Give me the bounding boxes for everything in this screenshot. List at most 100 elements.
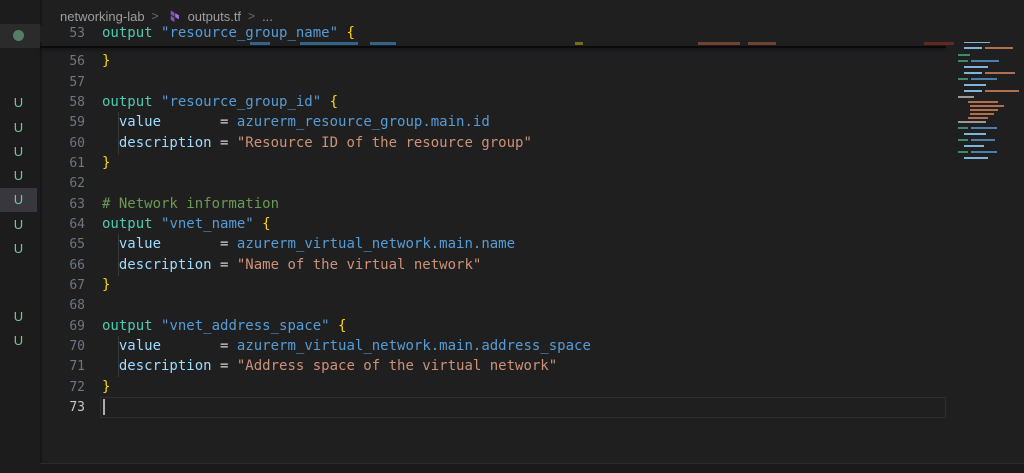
minimap-line: [958, 54, 1024, 56]
line-number[interactable]: 66: [40, 255, 85, 276]
minimap-line: [958, 121, 1024, 123]
minimap[interactable]: [950, 14, 1024, 473]
code-text: description = "Address space of the virt…: [102, 356, 557, 377]
minimap-line: [958, 47, 1024, 49]
git-untracked-badge[interactable]: U: [0, 305, 37, 329]
breadcrumb-folder[interactable]: networking-lab: [60, 9, 145, 24]
code-text: }: [102, 153, 110, 174]
code-line[interactable]: 60 description = "Resource ID of the res…: [40, 133, 1024, 154]
git-untracked-badge[interactable]: U: [0, 329, 37, 353]
git-untracked-badge[interactable]: U: [0, 164, 37, 188]
minimap-line: [958, 90, 1024, 92]
breadcrumb: networking-lab > outputs.tf > ...: [60, 5, 273, 27]
indent-guide: [118, 255, 119, 276]
code-text: value = azurerm_virtual_network.main.add…: [102, 336, 591, 357]
code-line[interactable]: 59 value = azurerm_resource_group.main.i…: [40, 112, 1024, 133]
line-number[interactable]: 62: [40, 173, 85, 194]
minimap-line: [958, 113, 1024, 115]
code-line[interactable]: 65 value = azurerm_virtual_network.main.…: [40, 234, 1024, 255]
code-text: # Network information: [102, 194, 279, 215]
git-untracked-badge[interactable]: U: [0, 116, 37, 140]
text-cursor: [103, 399, 105, 415]
minimap-line: [958, 127, 1024, 129]
minimap-line: [958, 78, 1024, 80]
minimap-line: [958, 109, 1024, 111]
indent-guide: [118, 336, 119, 357]
code-text: output "resource_group_id" {: [102, 92, 338, 113]
source-control-sidebar-sliver: UUUUUUUUU: [0, 0, 40, 473]
minimap-line: [958, 66, 1024, 68]
line-number[interactable]: 63: [40, 194, 85, 215]
minimap-line: [958, 145, 1024, 147]
code-text: output "vnet_address_space" {: [102, 316, 346, 337]
editor-bottom-edge: [40, 463, 1024, 473]
indent-guide: [118, 112, 119, 133]
code-text: }: [102, 51, 110, 72]
code-line[interactable]: 66 description = "Name of the virtual ne…: [40, 255, 1024, 276]
code-line[interactable]: 58 output "resource_group_id" {: [40, 92, 1024, 113]
minimap-line: [958, 133, 1024, 135]
git-untracked-badge[interactable]: U: [0, 237, 37, 261]
code-line[interactable]: 71 description = "Address space of the v…: [40, 356, 1024, 377]
code-text: description = "Resource ID of the resour…: [102, 133, 532, 154]
breadcrumb-file[interactable]: outputs.tf: [188, 9, 241, 24]
line-number[interactable]: 65: [40, 234, 85, 255]
modified-file-dot-icon: [13, 30, 24, 41]
line-number[interactable]: 56: [40, 51, 85, 72]
code-text: value = azurerm_resource_group.main.id: [102, 112, 490, 133]
indent-guide: [118, 356, 119, 377]
line-number[interactable]: 64: [40, 214, 85, 235]
git-untracked-badge[interactable]: U: [0, 188, 37, 212]
code-line[interactable]: 68: [40, 295, 1024, 316]
git-untracked-badge[interactable]: U: [0, 140, 37, 164]
line-number[interactable]: 71: [40, 356, 85, 377]
chevron-right-icon: >: [152, 9, 159, 23]
current-line-highlight: [100, 397, 946, 418]
code-line[interactable]: 56}: [40, 51, 1024, 72]
line-number[interactable]: 61: [40, 153, 85, 174]
line-number[interactable]: 59: [40, 112, 85, 133]
code-text: value = azurerm_virtual_network.main.nam…: [102, 234, 515, 255]
line-number[interactable]: 73: [40, 397, 85, 418]
minimap-line: [958, 60, 1024, 62]
indent-guide: [118, 133, 119, 154]
code-text: }: [102, 275, 110, 296]
indent-guide: [118, 234, 119, 255]
breadcrumb-more[interactable]: ...: [262, 9, 273, 24]
git-untracked-badge[interactable]: U: [0, 91, 37, 115]
line-number[interactable]: 69: [40, 316, 85, 337]
code-text: output "vnet_name" {: [102, 214, 271, 235]
line-number[interactable]: 57: [40, 72, 85, 93]
code-text: output "resource_group_name" {: [102, 25, 355, 42]
code-line[interactable]: 61}: [40, 153, 1024, 174]
minimap-line: [958, 117, 1024, 119]
minimap-line: [958, 72, 1024, 74]
line-number[interactable]: 70: [40, 336, 85, 357]
code-line[interactable]: 64 output "vnet_name" {: [40, 214, 1024, 235]
git-untracked-badge[interactable]: U: [0, 213, 37, 237]
code-line[interactable]: 72}: [40, 377, 1024, 398]
sticky-scroll-shadow: [40, 46, 946, 48]
terraform-icon: [166, 9, 181, 24]
line-number[interactable]: 68: [40, 295, 85, 316]
code-line[interactable]: 62: [40, 173, 1024, 194]
line-number[interactable]: 72: [40, 377, 85, 398]
chevron-right-icon: >: [248, 9, 255, 23]
vscode-editor-window: UUUUUUUUU networking-lab > outputs.tf > …: [0, 0, 1024, 473]
minimap-line: [958, 157, 1024, 159]
line-number[interactable]: 53: [40, 25, 85, 42]
minimap-line: [958, 101, 1024, 103]
line-number[interactable]: 67: [40, 275, 85, 296]
minimap-line: [958, 105, 1024, 107]
line-number[interactable]: 60: [40, 133, 85, 154]
code-line[interactable]: 67}: [40, 275, 1024, 296]
code-line[interactable]: 57: [40, 72, 1024, 93]
minimap-line: [958, 151, 1024, 153]
code-line[interactable]: 69 output "vnet_address_space" {: [40, 316, 1024, 337]
sticky-scroll-line[interactable]: 53 output "resource_group_name" {: [40, 25, 1024, 42]
minimap-line: [958, 84, 1024, 86]
code-text: }: [102, 377, 110, 398]
code-line[interactable]: 70 value = azurerm_virtual_network.main.…: [40, 336, 1024, 357]
line-number[interactable]: 58: [40, 92, 85, 113]
code-line[interactable]: 63 # Network information: [40, 194, 1024, 215]
